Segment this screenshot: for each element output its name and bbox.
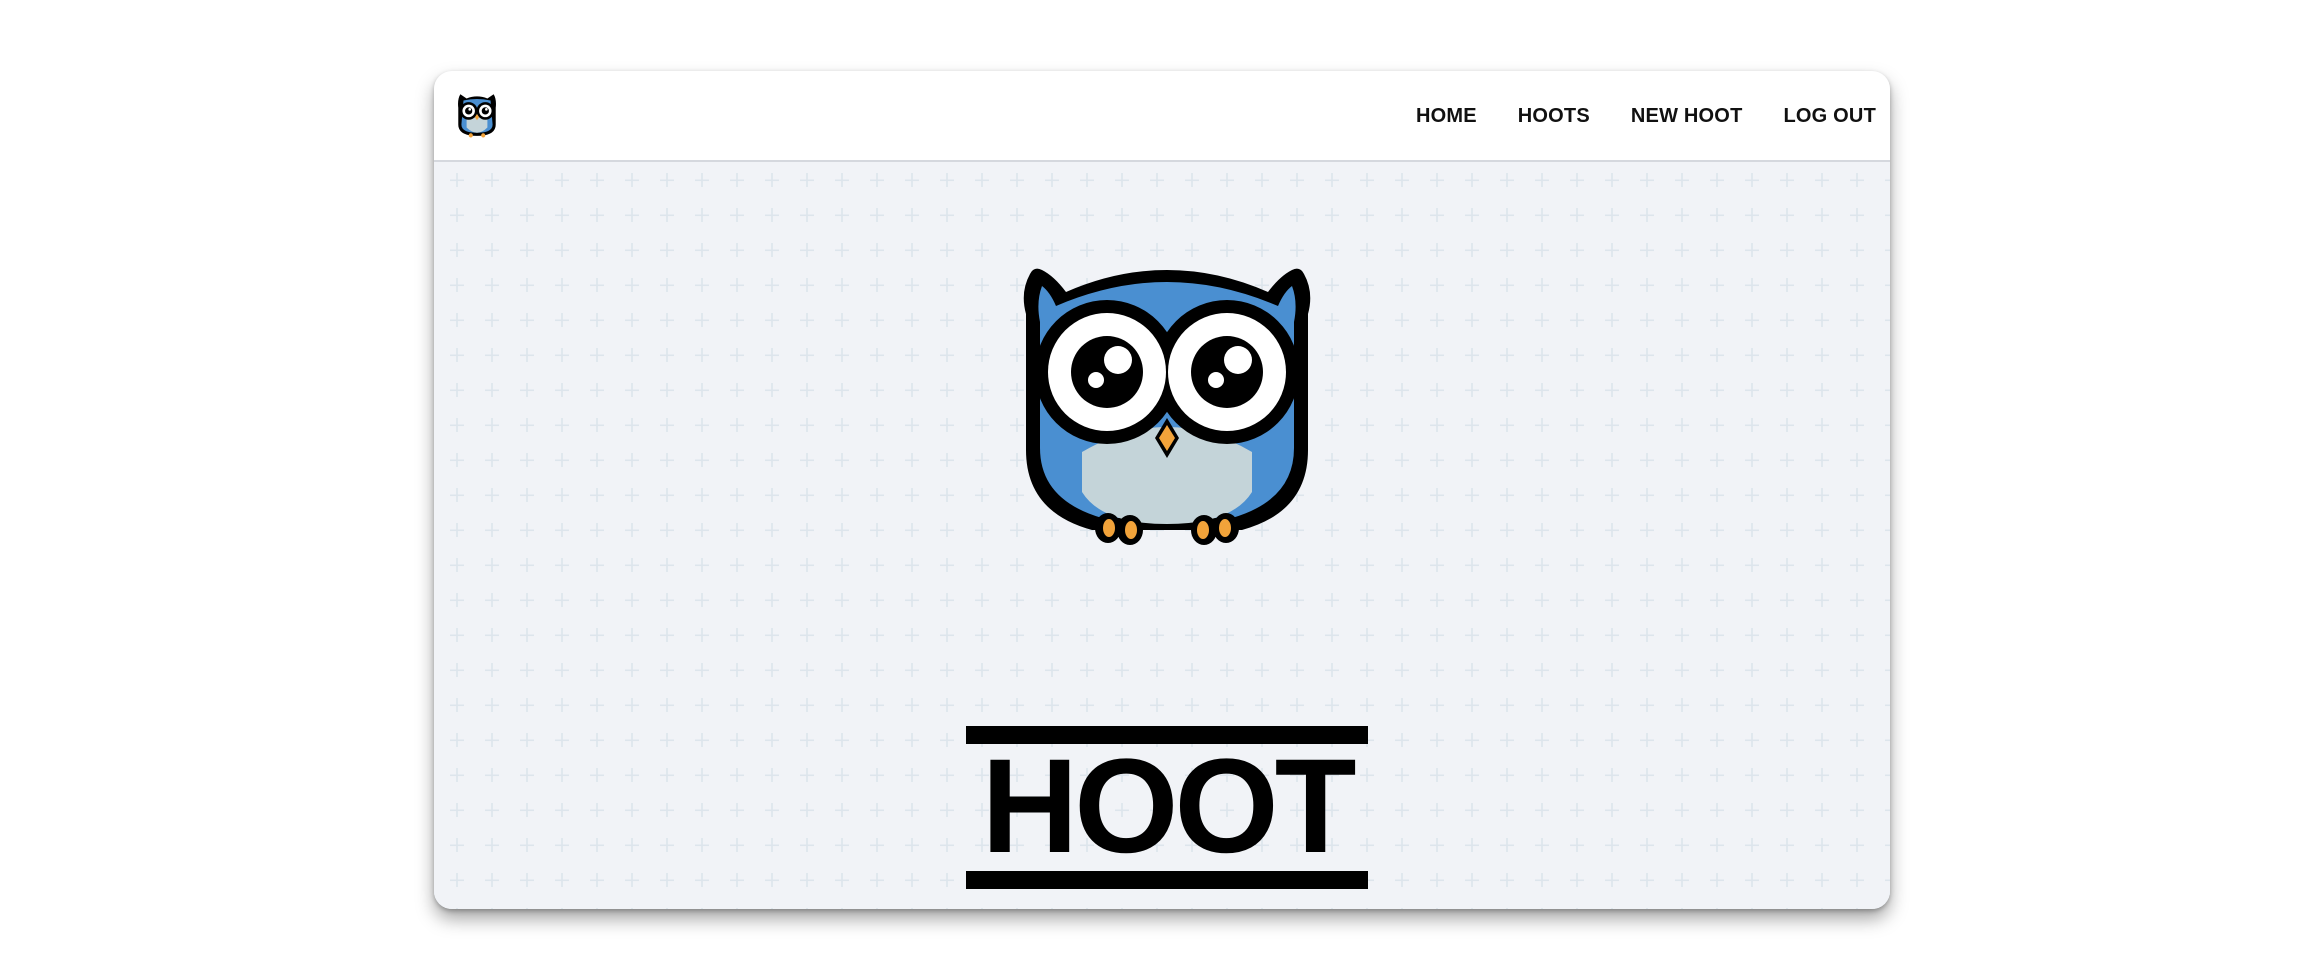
app-window: HOME HOOTS NEW HOOT LOG OUT HOOT <box>434 71 1890 909</box>
nav-link-log-out[interactable]: LOG OUT <box>1783 105 1876 128</box>
owl-logo-icon[interactable] <box>451 87 503 139</box>
wordmark-bottom-bar <box>966 871 1368 889</box>
navbar: HOME HOOTS NEW HOOT LOG OUT <box>434 71 1890 162</box>
nav-link-new-hoot[interactable]: NEW HOOT <box>1631 105 1743 128</box>
owl-logo-icon <box>1023 268 1311 545</box>
hoot-wordmark-text: HOOT <box>981 732 1356 881</box>
main-content: HOOT <box>434 162 1890 909</box>
nav-link-hoots[interactable]: HOOTS <box>1518 105 1590 128</box>
hoot-wordmark: HOOT <box>966 726 1368 889</box>
nav-link-home[interactable]: HOME <box>1416 105 1477 128</box>
nav-links: HOME HOOTS NEW HOOT LOG OUT <box>1416 71 1876 162</box>
